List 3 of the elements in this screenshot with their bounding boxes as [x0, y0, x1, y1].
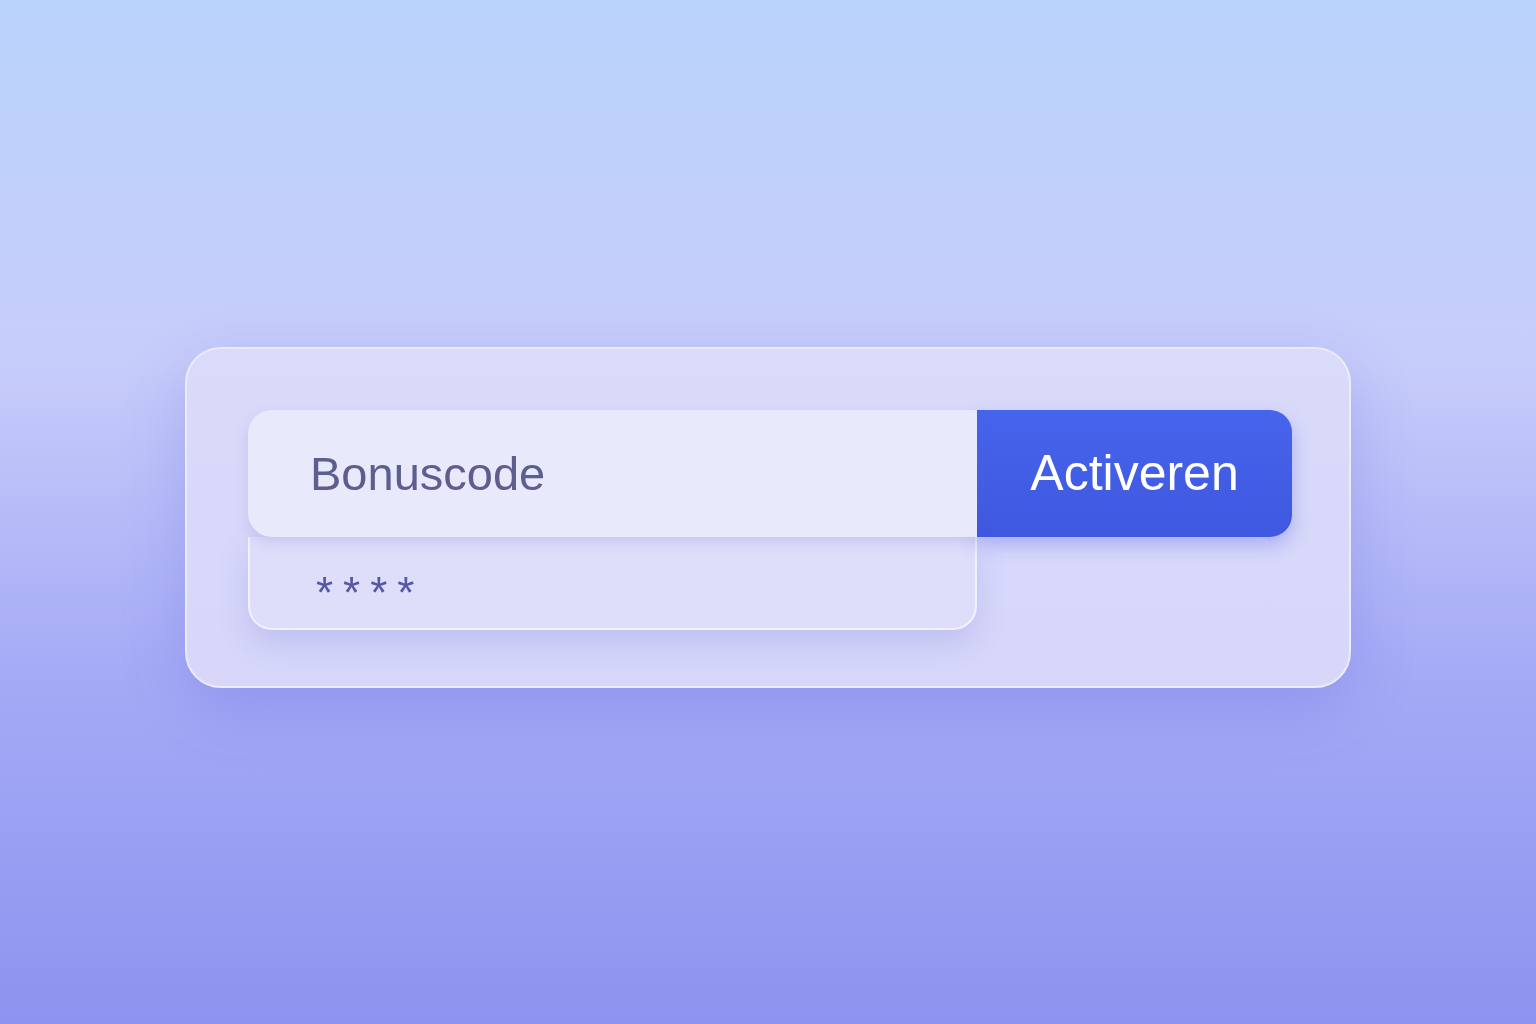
input-field[interactable]: Bonuscode: [248, 409, 977, 537]
activate-button[interactable]: Activeren: [977, 409, 1292, 537]
masked-code: ****: [316, 567, 425, 615]
